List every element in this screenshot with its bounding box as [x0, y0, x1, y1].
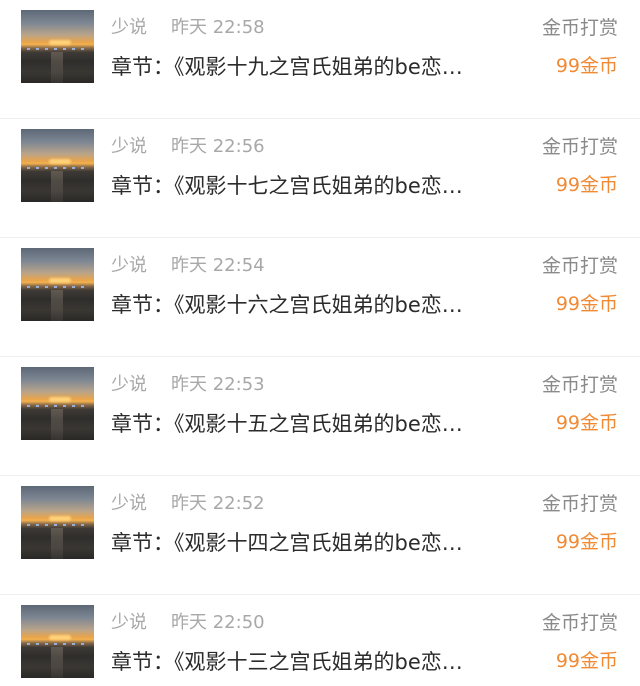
thumbnail-road	[51, 52, 63, 83]
timestamp: 昨天 22:50	[171, 612, 265, 633]
source-label: 少说	[111, 136, 147, 157]
source-label: 少说	[111, 493, 147, 514]
sunset-thumbnail-image	[21, 10, 94, 83]
list-item[interactable]: 少说 昨天 22:54 章节：《观影十六之宫氏姐弟的be恋… 金币打赏 99金币	[0, 238, 640, 357]
thumbnail-lights	[27, 643, 88, 645]
thumbnail-sun	[49, 278, 71, 283]
sunset-thumbnail-image	[21, 486, 94, 559]
source-label: 少说	[111, 255, 147, 276]
reward-type-label: 金币打赏	[541, 17, 618, 39]
chapter-title: 章节：《观影十六之宫氏姐弟的be恋…	[111, 293, 463, 317]
timestamp: 昨天 22:58	[171, 17, 265, 38]
source-label: 少说	[111, 612, 147, 633]
reward-amount: 99金币	[555, 55, 618, 77]
reward-type-label: 金币打赏	[541, 255, 618, 277]
timestamp: 昨天 22:53	[171, 374, 265, 395]
thumbnail-sun	[49, 40, 71, 45]
thumbnail-lights	[27, 524, 88, 526]
sunset-thumbnail-image	[21, 248, 94, 321]
sunset-thumbnail-image	[21, 367, 94, 440]
thumbnail-lights	[27, 286, 88, 288]
thumbnail-road	[51, 290, 63, 321]
timestamp: 昨天 22:56	[171, 136, 265, 157]
source-label: 少说	[111, 374, 147, 395]
reward-type-label: 金币打赏	[541, 374, 618, 396]
reward-type-label: 金币打赏	[541, 136, 618, 158]
chapter-title: 章节：《观影十四之宫氏姐弟的be恋…	[111, 531, 463, 555]
reward-amount: 99金币	[555, 531, 618, 553]
thumbnail-sun	[49, 516, 71, 521]
chapter-title: 章节：《观影十三之宫氏姐弟的be恋…	[111, 650, 463, 674]
chapter-title: 章节：《观影十九之宫氏姐弟的be恋…	[111, 55, 463, 79]
thumbnail-sun	[49, 159, 71, 164]
thumbnail-road	[51, 647, 63, 678]
thumbnail-road	[51, 171, 63, 202]
thumbnail-lights	[27, 167, 88, 169]
timestamp: 昨天 22:52	[171, 493, 265, 514]
reward-amount: 99金币	[555, 412, 618, 434]
thumbnail-lights	[27, 48, 88, 50]
reward-amount: 99金币	[555, 293, 618, 315]
thumbnail-road	[51, 409, 63, 440]
list-item[interactable]: 少说 昨天 22:52 章节：《观影十四之宫氏姐弟的be恋… 金币打赏 99金币	[0, 476, 640, 595]
sunset-thumbnail-image	[21, 129, 94, 202]
chapter-title: 章节：《观影十七之宫氏姐弟的be恋…	[111, 174, 463, 198]
reward-amount: 99金币	[555, 174, 618, 196]
reward-amount: 99金币	[555, 650, 618, 672]
list-item[interactable]: 少说 昨天 22:58 章节：《观影十九之宫氏姐弟的be恋… 金币打赏 99金币	[0, 0, 640, 119]
list-item[interactable]: 少说 昨天 22:56 章节：《观影十七之宫氏姐弟的be恋… 金币打赏 99金币	[0, 119, 640, 238]
chapter-title: 章节：《观影十五之宫氏姐弟的be恋…	[111, 412, 463, 436]
reward-type-label: 金币打赏	[541, 612, 618, 634]
sunset-thumbnail-image	[21, 605, 94, 678]
timestamp: 昨天 22:54	[171, 255, 265, 276]
thumbnail-lights	[27, 405, 88, 407]
reward-record-list: 少说 昨天 22:58 章节：《观影十九之宫氏姐弟的be恋… 金币打赏 99金币…	[0, 0, 640, 686]
list-item[interactable]: 少说 昨天 22:53 章节：《观影十五之宫氏姐弟的be恋… 金币打赏 99金币	[0, 357, 640, 476]
source-label: 少说	[111, 17, 147, 38]
list-item[interactable]: 少说 昨天 22:50 章节：《观影十三之宫氏姐弟的be恋… 金币打赏 99金币	[0, 595, 640, 686]
thumbnail-road	[51, 528, 63, 559]
thumbnail-sun	[49, 635, 71, 640]
reward-type-label: 金币打赏	[541, 493, 618, 515]
thumbnail-sun	[49, 397, 71, 402]
